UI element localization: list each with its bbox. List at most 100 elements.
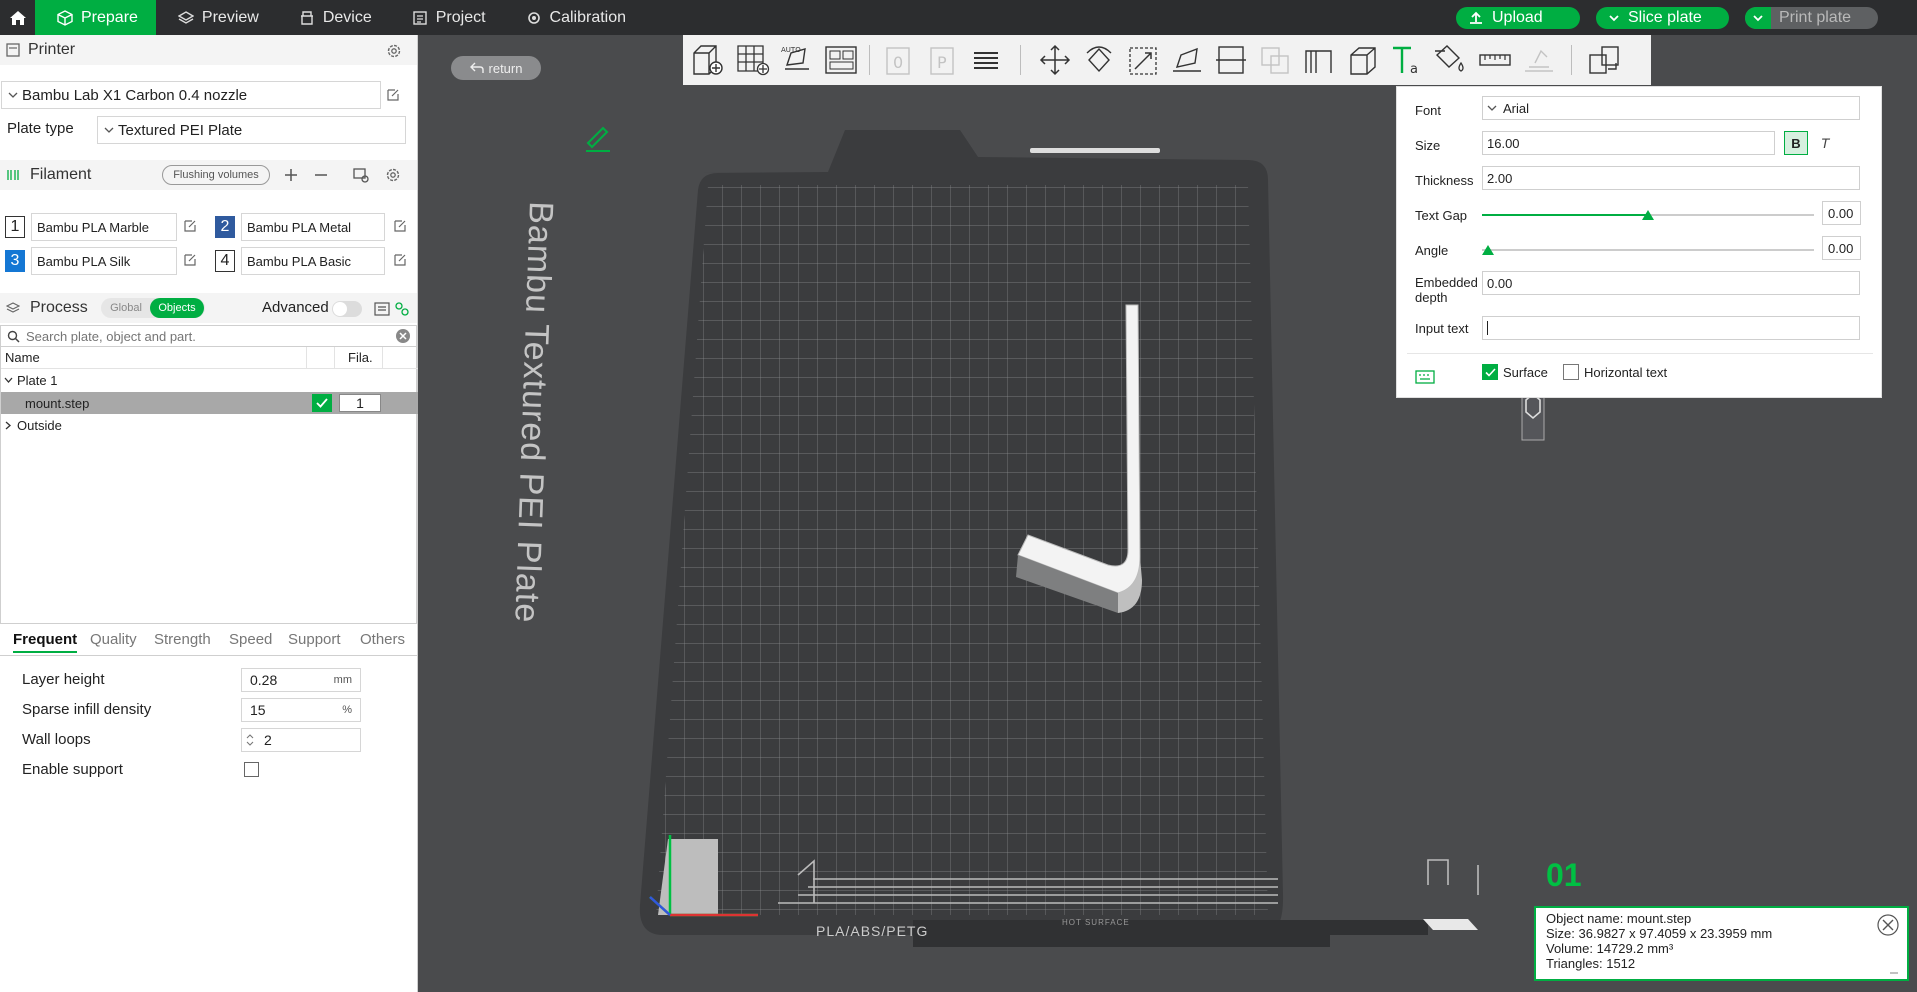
edit-filament-button[interactable]: [392, 252, 408, 268]
layer-height-input[interactable]: 0.28 mm: [241, 668, 361, 692]
advanced-toggle[interactable]: [332, 301, 362, 317]
rotate-tool-button[interactable]: [1077, 38, 1121, 82]
thickness-input[interactable]: 2.00: [1482, 166, 1860, 190]
object-visible-check[interactable]: [312, 394, 332, 412]
add-filament-button[interactable]: [282, 166, 300, 184]
tab-prepare[interactable]: Prepare: [35, 0, 156, 35]
plate-slot-0-button[interactable]: 0: [876, 38, 920, 82]
infill-density-input[interactable]: 15%: [241, 698, 361, 722]
global-objects-toggle[interactable]: Global Objects: [101, 298, 205, 318]
return-button[interactable]: return: [451, 56, 541, 80]
chevron-right-icon[interactable]: [4, 421, 13, 430]
slider-handle-icon[interactable]: [1482, 245, 1494, 255]
assembly-tool-button[interactable]: [1517, 38, 1561, 82]
add-object-button[interactable]: [687, 38, 731, 82]
seam-paint-button[interactable]: [1341, 38, 1385, 82]
object-filament[interactable]: 1: [339, 394, 381, 412]
object-row[interactable]: mount.step 1: [1, 392, 418, 414]
tab-others[interactable]: Others: [360, 631, 405, 648]
tab-support[interactable]: Support: [288, 631, 341, 648]
filament-slot-4[interactable]: 4 Bambu PLA Basic: [215, 247, 385, 275]
angle-slider[interactable]: [1482, 245, 1814, 255]
size-input[interactable]: 16.00: [1482, 131, 1775, 155]
horizontal-text-checkbox[interactable]: [1563, 364, 1579, 380]
auto-orient-button[interactable]: AUTO: [775, 38, 819, 82]
boolean-tool-button[interactable]: [1253, 38, 1297, 82]
text-gap-input[interactable]: 0.00: [1822, 201, 1861, 225]
upload-button[interactable]: Upload: [1456, 7, 1580, 29]
plate-slot-p-button[interactable]: P: [920, 38, 964, 82]
filament-slot-3[interactable]: 3 Bambu PLA Silk: [5, 247, 177, 275]
surface-checkbox[interactable]: [1482, 364, 1498, 380]
arrange-button[interactable]: [819, 38, 863, 82]
plate-type-select[interactable]: Textured PEI Plate: [97, 116, 406, 144]
tab-strength[interactable]: Strength: [154, 631, 211, 648]
filament-settings-button[interactable]: [384, 166, 402, 184]
tab-project[interactable]: Project: [390, 0, 504, 35]
cut-tool-button[interactable]: [1209, 38, 1253, 82]
filament-slot-2[interactable]: 2 Bambu PLA Metal: [215, 213, 385, 241]
lay-on-face-button[interactable]: [1165, 38, 1209, 82]
chevron-down-icon[interactable]: [4, 376, 13, 385]
tab-frequent[interactable]: Frequent: [13, 631, 78, 653]
stepper-arrows-icon[interactable]: [245, 732, 255, 748]
input-text-field[interactable]: [1482, 316, 1860, 340]
plate-row[interactable]: Plate 1: [1, 369, 418, 391]
flushing-volumes-button[interactable]: Flushing volumes: [162, 165, 270, 185]
embedded-depth-input[interactable]: 0.00: [1482, 271, 1860, 295]
outside-row[interactable]: Outside: [1, 414, 418, 436]
edit-printer-button[interactable]: [384, 86, 402, 104]
measure-tool-button[interactable]: [1473, 38, 1517, 82]
col-name[interactable]: Name: [5, 350, 40, 365]
printer-select[interactable]: Bambu Lab X1 Carbon 0.4 nozzle: [1, 81, 381, 109]
horizontal-text-option[interactable]: Horizontal text: [1563, 364, 1667, 380]
enable-support-checkbox[interactable]: [244, 762, 259, 777]
tab-preview[interactable]: Preview: [156, 0, 277, 35]
svg-text:a: a: [1410, 62, 1418, 77]
text-gap-slider[interactable]: [1482, 210, 1814, 220]
remove-filament-button[interactable]: [312, 166, 330, 184]
home-button[interactable]: [0, 0, 35, 35]
tab-device[interactable]: Device: [277, 0, 390, 35]
close-icon[interactable]: [1877, 914, 1899, 936]
text-tool-button[interactable]: a: [1385, 38, 1429, 82]
col-fila[interactable]: Fila.: [348, 350, 373, 365]
horizontal-text-label: Horizontal text: [1584, 364, 1668, 380]
add-plate-button[interactable]: [731, 38, 775, 82]
minimize-icon[interactable]: [1889, 970, 1899, 976]
edit-filament-button[interactable]: [182, 218, 198, 234]
upload-label: Upload: [1492, 9, 1543, 26]
tab-speed[interactable]: Speed: [229, 631, 272, 648]
search-input[interactable]: [26, 328, 386, 344]
sync-filament-button[interactable]: [352, 166, 370, 184]
print-dropdown[interactable]: [1745, 7, 1771, 29]
surface-option[interactable]: Surface: [1482, 364, 1548, 380]
global-option[interactable]: Global: [102, 302, 150, 314]
split-parts-button[interactable]: [1582, 38, 1626, 82]
support-paint-button[interactable]: [1297, 38, 1341, 82]
edit-filament-button[interactable]: [392, 218, 408, 234]
tab-quality[interactable]: Quality: [90, 631, 137, 648]
scale-tool-button[interactable]: [1121, 38, 1165, 82]
print-plate-button[interactable]: Print plate: [1745, 7, 1878, 29]
keyboard-icon[interactable]: [1415, 370, 1435, 384]
layers-button[interactable]: [964, 38, 1008, 82]
wall-loops-input[interactable]: 2: [241, 728, 361, 752]
slice-plate-button[interactable]: Slice plate: [1596, 7, 1729, 29]
bold-button[interactable]: B: [1784, 131, 1808, 155]
process-list-button[interactable]: [373, 300, 391, 318]
color-paint-button[interactable]: [1429, 38, 1473, 82]
process-compare-button[interactable]: [393, 300, 411, 318]
italic-button[interactable]: T: [1813, 131, 1837, 155]
tab-calibration[interactable]: Calibration: [504, 0, 644, 35]
edit-filament-button[interactable]: [182, 252, 198, 268]
printer-settings-button[interactable]: [384, 41, 404, 61]
filament-slot-1[interactable]: 1 Bambu PLA Marble: [5, 213, 177, 241]
slider-handle-icon[interactable]: [1642, 210, 1654, 220]
font-select[interactable]: Arial: [1482, 96, 1860, 120]
angle-input[interactable]: 0.00: [1822, 236, 1861, 260]
objects-option[interactable]: Objects: [150, 298, 204, 318]
plate-number[interactable]: 01: [1546, 857, 1582, 894]
move-tool-button[interactable]: [1033, 38, 1077, 82]
clear-search-icon[interactable]: [395, 328, 411, 344]
